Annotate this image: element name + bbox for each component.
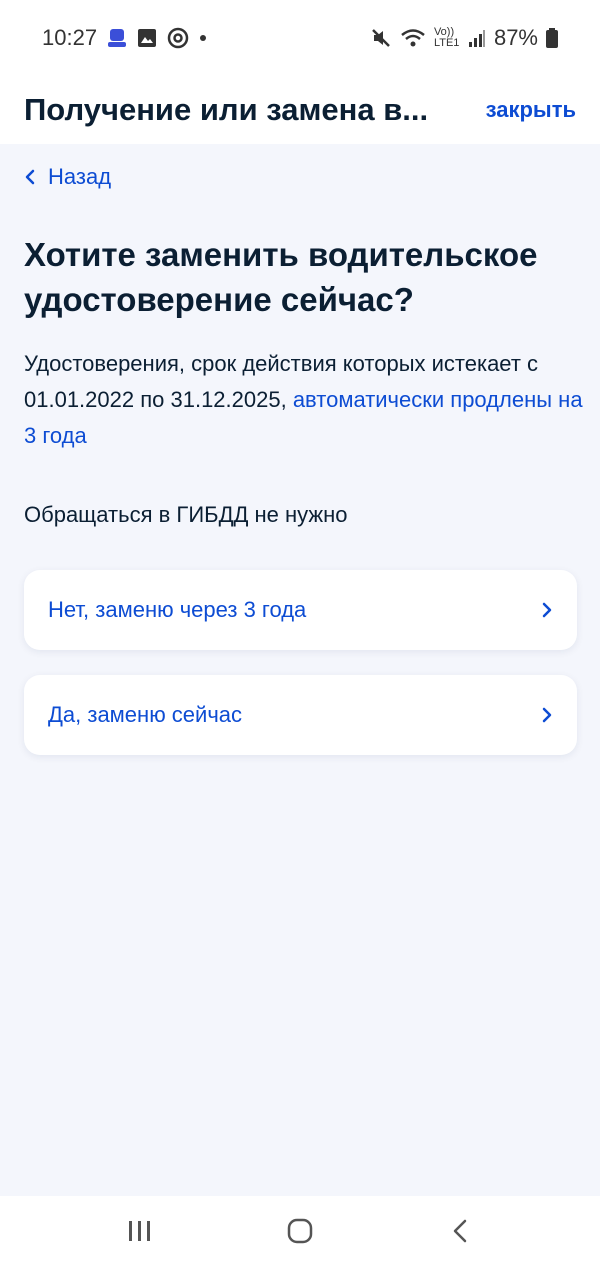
status-right: Vo)) LTE1 87% (370, 25, 558, 51)
network-label: Vo)) LTE1 (433, 26, 460, 49)
status-time: 10:27 (42, 25, 98, 50)
system-nav-bar (0, 1196, 600, 1266)
note-text: Обращаться в ГИБДД не нужно (24, 502, 348, 527)
battery-icon (546, 28, 558, 48)
back-nav-button[interactable] (420, 1206, 500, 1256)
battery-percent: 87% (493, 25, 538, 50)
chevron-right-icon (541, 601, 553, 619)
home-button[interactable] (260, 1206, 340, 1256)
back-label: Назад (48, 164, 112, 189)
chevron-right-icon (541, 706, 553, 724)
info-text: Удостоверения, срок действия которых ист… (24, 346, 584, 454)
dot-indicator-icon (199, 34, 207, 42)
option-replace-later-button[interactable]: Нет, заменю через 3 года (24, 570, 577, 650)
status-bar: 10:27 Vo)) LTE1 87% (0, 0, 600, 76)
option-label: Да, заменю сейчас (48, 702, 243, 727)
wifi-icon (400, 28, 426, 48)
recent-apps-button[interactable] (100, 1206, 180, 1256)
page-title: Хотите заменить водительское удостоверен… (24, 236, 538, 318)
close-button[interactable]: закрыть (486, 97, 576, 123)
gallery-icon (137, 28, 157, 48)
main-content: Назад Хотите заменить водительское удост… (0, 144, 600, 1196)
option-label: Нет, заменю через 3 года (48, 597, 307, 622)
notification-app-icon (107, 27, 127, 49)
app-header: Получение или замена в... закрыть (0, 76, 600, 144)
option-replace-now-button[interactable]: Да, заменю сейчас (24, 675, 577, 755)
signal-icon (468, 28, 486, 48)
chevron-left-icon (24, 169, 36, 185)
at-sign-icon (167, 27, 189, 49)
page-header-title: Получение или замена в... (24, 92, 429, 127)
back-link[interactable]: Назад (24, 164, 111, 190)
status-left: 10:27 (42, 25, 207, 51)
mute-icon (370, 27, 392, 49)
